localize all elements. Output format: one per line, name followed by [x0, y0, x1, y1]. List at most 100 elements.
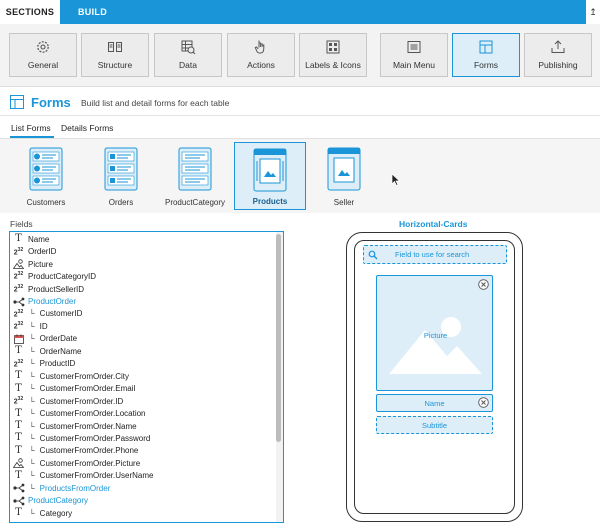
indent-marker: └ [29, 359, 35, 369]
subtitle-dropzone[interactable]: Subtitle [376, 416, 493, 434]
field-item[interactable]: 232 ProductSellerID [10, 283, 274, 296]
field-type-icon: T [12, 508, 25, 519]
indent-marker: └ [29, 471, 35, 481]
fields-list[interactable]: T Name 232 OrderID Picture 232 ProductCategory… [9, 231, 284, 523]
page-description: Build list and detail forms for each tab… [81, 98, 230, 108]
tile-general[interactable]: General [9, 33, 77, 77]
number-type-icon: 232 [13, 246, 24, 256]
field-type-icon [12, 458, 25, 469]
field-item[interactable]: └ CustomerFromOrder.Picture [10, 457, 274, 470]
picture-type-icon [13, 259, 24, 270]
table-seller[interactable]: Seller [308, 142, 380, 210]
close-icon[interactable] [478, 279, 489, 290]
field-item[interactable]: 232 └ ID [10, 320, 274, 333]
text-type-icon: T [15, 444, 22, 456]
field-name: CustomerFromOrder.Email [39, 384, 136, 394]
field-name: Picture [28, 259, 53, 269]
tile-publishing[interactable]: Publishing [524, 33, 592, 77]
tile-forms[interactable]: Forms [452, 33, 520, 77]
field-item[interactable]: T └ Category [10, 507, 274, 520]
scrollbar-thumb[interactable] [276, 234, 281, 442]
field-item[interactable]: └ OrderDate [10, 333, 274, 346]
field-item[interactable]: T └ CustomerFromOrder.Phone [10, 445, 274, 458]
tab-details-forms[interactable]: Details Forms [61, 123, 113, 133]
text-type-icon: T [15, 370, 22, 382]
field-name: CustomerFromOrder.Phone [39, 446, 139, 456]
field-item[interactable]: T └ CustomerFromOrder.City [10, 370, 274, 383]
close-icon[interactable] [478, 397, 489, 408]
field-item[interactable]: ProductCategory [10, 494, 274, 507]
table-customers[interactable]: Customers [10, 142, 82, 210]
tile-data[interactable]: Data [154, 33, 222, 77]
list-form-circles-icon [29, 147, 63, 191]
field-item[interactable]: 232 OrderID [10, 245, 274, 258]
gear-icon [37, 41, 49, 53]
search-field-dropzone[interactable]: Field to use for search [363, 245, 507, 264]
field-item[interactable]: 232 └ CustomerID [10, 308, 274, 321]
field-type-icon: 232 [12, 246, 25, 257]
indent-marker: └ [29, 334, 35, 344]
field-item[interactable]: ProductOrder [10, 295, 274, 308]
tile-main-menu[interactable]: Main Menu [380, 33, 448, 77]
field-type-icon: 232 [12, 396, 25, 407]
field-item[interactable]: Picture [10, 258, 274, 271]
publish-icon [551, 40, 565, 53]
tile-label: Actions [247, 60, 275, 70]
field-type-icon [12, 483, 25, 494]
indent-marker: └ [29, 483, 35, 493]
field-item[interactable]: 232 ProductCategoryID [10, 270, 274, 283]
single-card-icon [327, 147, 361, 191]
field-item[interactable]: T └ OrderName [10, 345, 274, 358]
field-name: Name [28, 234, 50, 244]
tile-labels-icons[interactable]: Labels & Icons [299, 33, 367, 77]
field-item[interactable]: 232 └ CustomerFromOrder.ID [10, 395, 274, 408]
field-item[interactable]: T └ CustomerFromOrder.Name [10, 420, 274, 433]
text-type-icon: T [15, 432, 22, 444]
date-type-icon [13, 334, 24, 344]
field-name: ProductID [39, 359, 76, 369]
field-type-icon [12, 296, 25, 307]
field-type-icon: T [12, 408, 25, 419]
field-type-icon: 232 [12, 358, 25, 369]
field-item[interactable]: 232 └ ProductID [10, 358, 274, 371]
table-orders[interactable]: Orders [85, 142, 157, 210]
field-item[interactable]: └ ProductsFromOrder [10, 482, 274, 495]
field-type-icon: T [12, 371, 25, 382]
field-type-icon [12, 259, 25, 270]
field-type-icon: T [12, 383, 25, 394]
text-type-icon: T [15, 407, 22, 419]
field-item[interactable]: T └ CustomerFromOrder.Email [10, 382, 274, 395]
field-item[interactable]: T └ CustomerFromOrder.Location [10, 407, 274, 420]
field-type-icon: 232 [12, 321, 25, 332]
forms-icon [479, 40, 493, 54]
upload-icon[interactable]: ↥ [586, 0, 600, 24]
indent-marker: └ [29, 384, 35, 394]
field-name: CustomerFromOrder.ID [39, 396, 124, 406]
tile-actions[interactable]: Actions [227, 33, 295, 77]
number-type-icon: 232 [13, 395, 24, 406]
field-type-icon: T [12, 234, 25, 245]
tile-structure[interactable]: Structure [81, 33, 149, 77]
table-label: Products [252, 197, 288, 206]
field-item[interactable]: T └ CustomerFromOrder.UserName [10, 470, 274, 483]
number-type-icon: 232 [13, 283, 24, 294]
tile-label: Forms [473, 60, 499, 70]
tab-build[interactable]: BUILD [78, 0, 107, 24]
field-name: CustomerFromOrder.UserName [39, 471, 154, 481]
tile-label: Structure [97, 60, 133, 70]
table-products[interactable]: Products [234, 142, 306, 210]
name-dropzone[interactable]: Name [376, 394, 493, 412]
number-type-icon: 232 [13, 308, 24, 319]
field-item[interactable]: T └ CustomerFromOrder.Password [10, 432, 274, 445]
field-item[interactable]: T Name [10, 233, 274, 246]
relation-type-icon [12, 496, 24, 506]
tab-list-forms[interactable]: List Forms [11, 123, 51, 133]
field-name: CustomerFromOrder.Password [39, 433, 151, 443]
text-type-icon: T [15, 382, 22, 394]
table-productcategory[interactable]: ProductCategory [159, 142, 231, 210]
indent-marker: └ [29, 433, 35, 443]
tab-sections[interactable]: SECTIONS [0, 0, 60, 24]
picture-dropzone[interactable]: Picture [376, 275, 493, 391]
picture-type-icon [13, 458, 24, 469]
data-icon [181, 40, 196, 55]
